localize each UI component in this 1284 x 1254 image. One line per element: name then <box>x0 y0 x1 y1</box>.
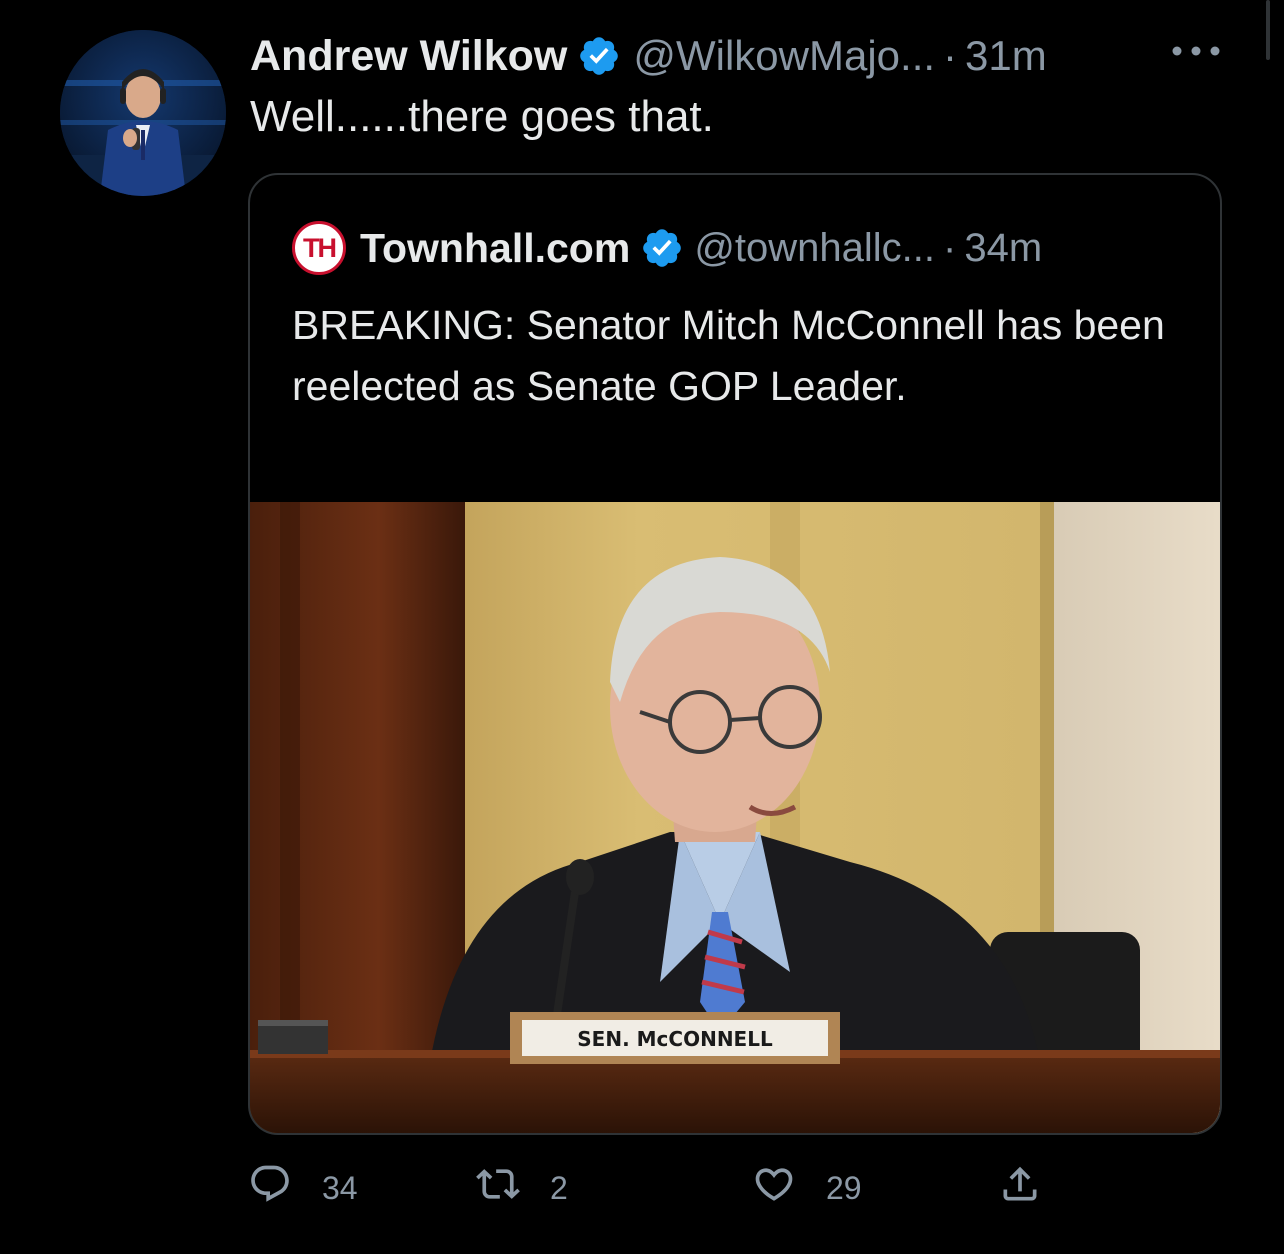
heart-icon <box>752 1162 796 1214</box>
author-display-name[interactable]: Andrew Wilkow <box>250 32 567 81</box>
author-avatar[interactable] <box>60 30 226 196</box>
townhall-logo[interactable]: TH <box>292 221 346 275</box>
separator-dot: · <box>943 225 957 270</box>
quoted-display-name[interactable]: Townhall.com <box>360 225 630 272</box>
avatar-photo <box>60 30 226 196</box>
reply-button[interactable]: 34 <box>248 1158 358 1218</box>
retweet-button[interactable]: 2 <box>476 1158 568 1218</box>
reply-count: 34 <box>322 1169 358 1206</box>
quoted-tweet-image[interactable]: SEN. McCONNELL <box>250 502 1220 1133</box>
verified-badge-icon <box>640 226 684 270</box>
quoted-tweet-header: TH Townhall.com @townhallc... · 34m <box>292 221 1190 275</box>
quoted-tweet-text: BREAKING: Senator Mitch McConnell has be… <box>292 302 1165 409</box>
share-icon <box>998 1162 1042 1214</box>
quoted-tweet-card[interactable]: TH Townhall.com @townhallc... · 34m BREA… <box>248 173 1222 1135</box>
share-button[interactable] <box>998 1158 1042 1218</box>
more-horizontal-icon[interactable] <box>1168 36 1224 66</box>
scrollbar[interactable] <box>1266 0 1270 60</box>
tweet-text: Well......there goes that. <box>250 92 714 141</box>
author-handle[interactable]: @WilkowMajo... <box>633 32 935 80</box>
tweet-action-bar: 34 2 29 <box>248 1158 1148 1218</box>
tweet-header: Andrew Wilkow @WilkowMajo... · 31m <box>250 28 1224 84</box>
retweet-count: 2 <box>550 1169 568 1206</box>
retweet-icon <box>476 1162 520 1214</box>
quoted-timestamp[interactable]: 34m <box>964 226 1042 271</box>
reply-icon <box>248 1162 292 1214</box>
like-count: 29 <box>826 1169 862 1206</box>
nameplate-text: SEN. McCONNELL <box>577 1027 773 1051</box>
townhall-logo-text: TH <box>303 232 337 263</box>
separator-dot: · <box>943 32 958 79</box>
quoted-handle[interactable]: @townhallc... <box>694 226 935 271</box>
tweet-timestamp[interactable]: 31m <box>965 32 1047 80</box>
verified-badge-icon <box>577 34 621 78</box>
like-button[interactable]: 29 <box>752 1158 862 1218</box>
